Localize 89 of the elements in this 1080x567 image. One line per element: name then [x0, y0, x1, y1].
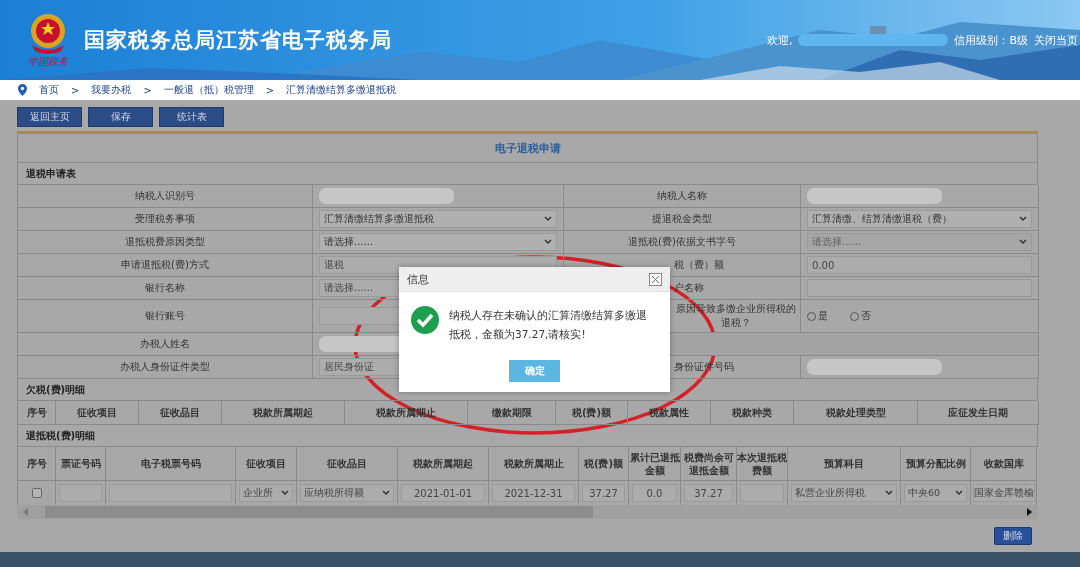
caret-icon: [544, 216, 552, 222]
field-label: 户名称: [674, 281, 704, 295]
breadcrumb-separator: >: [265, 84, 275, 96]
caret-icon: [885, 490, 893, 496]
column-header: 征收品目: [139, 401, 222, 425]
column-header: 缴款期限: [468, 401, 556, 425]
breadcrumb-link[interactable]: 首页: [39, 83, 59, 97]
column-header: 税款所属期起: [398, 447, 489, 481]
column-header: 序号: [18, 447, 56, 481]
column-header: 预算科目: [788, 447, 901, 481]
column-header: 税(费)额: [579, 447, 629, 481]
caret-icon: [382, 490, 390, 496]
column-header: 本次退抵税费额: [737, 447, 788, 481]
delete-button[interactable]: 删除: [994, 527, 1032, 545]
column-header: 预算分配比例: [901, 447, 971, 481]
close-page-link[interactable]: 关闭当页: [1034, 32, 1078, 48]
credit-level: 信用级别：B级: [954, 32, 1028, 48]
column-header: 征收项目: [236, 447, 297, 481]
caret-icon: [1019, 239, 1027, 245]
scroll-left-icon[interactable]: [23, 508, 29, 516]
breadcrumb-link[interactable]: 汇算清缴结算多缴退抵税: [286, 83, 397, 97]
toolbar-button[interactable]: 保存: [88, 107, 153, 127]
select-field[interactable]: 私营企业所得税: [791, 484, 897, 502]
field-label: 税（费）额: [674, 258, 724, 272]
field-label: 提退税金类型: [652, 212, 712, 226]
caret-icon: [1019, 216, 1027, 222]
column-header: 税款所属期起: [222, 401, 345, 425]
field-label: 退抵税(费)依据文书字号: [628, 235, 736, 249]
field-label: 办税人身份证件类型: [120, 360, 210, 374]
section-title: 退税申请表: [17, 163, 1038, 185]
dialog-message: 纳税人存在未确认的汇算清缴结算多缴退抵税，金额为37.27,请核实!: [449, 308, 648, 342]
dialog-title: 信息: [407, 271, 429, 287]
close-button[interactable]: [649, 272, 662, 286]
field-label: 申请退抵税(费)方式: [121, 258, 209, 272]
toolbar-button[interactable]: 统计表: [159, 107, 224, 127]
select-field[interactable]: 汇算清缴、结算清缴退税（费）: [807, 210, 1032, 228]
input-field[interactable]: 国家金库赣榆: [972, 484, 1035, 502]
breadcrumb-link[interactable]: 一般退（抵）税管理: [163, 83, 254, 97]
input-field[interactable]: 0.0: [632, 484, 677, 502]
field-label: 纳税人名称: [657, 189, 707, 203]
select-field[interactable]: 汇算清缴结算多缴退抵税: [319, 210, 557, 228]
field-label: 退抵税费原因类型: [125, 235, 205, 249]
location-pin-icon: [18, 84, 27, 96]
select-field[interactable]: 请选择......: [319, 233, 557, 251]
scrollbar-thumb[interactable]: [45, 506, 593, 518]
breadcrumb-separator: >: [143, 84, 152, 96]
logo-text: 中国税务: [28, 55, 68, 69]
field-label: 银行账号: [145, 309, 185, 323]
column-header: 应征发生日期: [918, 401, 1039, 425]
close-icon: [652, 275, 659, 283]
column-header: 票证号码: [56, 447, 106, 481]
caret-icon: [281, 490, 289, 496]
select-field[interactable]: 应纳税所得额: [300, 484, 394, 502]
column-header: 征收项目: [56, 401, 139, 425]
radio-option[interactable]: 否: [850, 309, 871, 323]
caret-icon: [955, 490, 963, 496]
check-icon: [411, 306, 439, 334]
field-label: 纳税人识别号: [135, 189, 195, 203]
breadcrumb-link[interactable]: 我要办税: [91, 83, 132, 97]
toolbar-button[interactable]: 返回主页: [17, 107, 82, 127]
input-field[interactable]: 2021-01-01: [401, 484, 485, 502]
field-label: 办税人姓名: [140, 337, 190, 351]
input-field[interactable]: 37.27: [684, 484, 733, 502]
column-header: 税款种类: [711, 401, 794, 425]
caret-icon: [544, 239, 552, 245]
select-field[interactable]: 中央60: [904, 484, 967, 502]
site-title: 国家税务总局江苏省电子税务局: [84, 27, 392, 54]
section-title: 退抵税(费)明细: [17, 425, 1038, 447]
welcome-text: 欢迎,: [766, 32, 793, 48]
panel-title: 电子退税申请: [17, 133, 1038, 163]
input-field[interactable]: 2021-12-31: [492, 484, 575, 502]
breadcrumb-separator: >: [71, 84, 80, 96]
column-header: 征收品目: [297, 447, 398, 481]
column-header: 序号: [18, 401, 56, 425]
field-label: 银行名称: [145, 281, 185, 295]
column-header: 电子税票号码: [106, 447, 236, 481]
select-field[interactable]: 企业所: [239, 484, 293, 502]
row-checkbox[interactable]: [31, 488, 42, 498]
input-field[interactable]: 37.27: [582, 484, 625, 502]
column-header: 税款所属期止: [489, 447, 579, 481]
input-field[interactable]: 0.00: [807, 256, 1032, 274]
column-header: 税款处理类型: [794, 401, 918, 425]
scroll-right-icon[interactable]: [1026, 508, 1032, 516]
column-header: 税(费)额: [556, 401, 628, 425]
column-header: 税费尚余可退抵金额: [681, 447, 737, 481]
column-header: 收款国库: [971, 447, 1037, 481]
column-header: 累计已退抵金额: [629, 447, 681, 481]
field-label: 受理税务事项: [135, 212, 195, 226]
radio-option[interactable]: 是: [807, 309, 828, 323]
